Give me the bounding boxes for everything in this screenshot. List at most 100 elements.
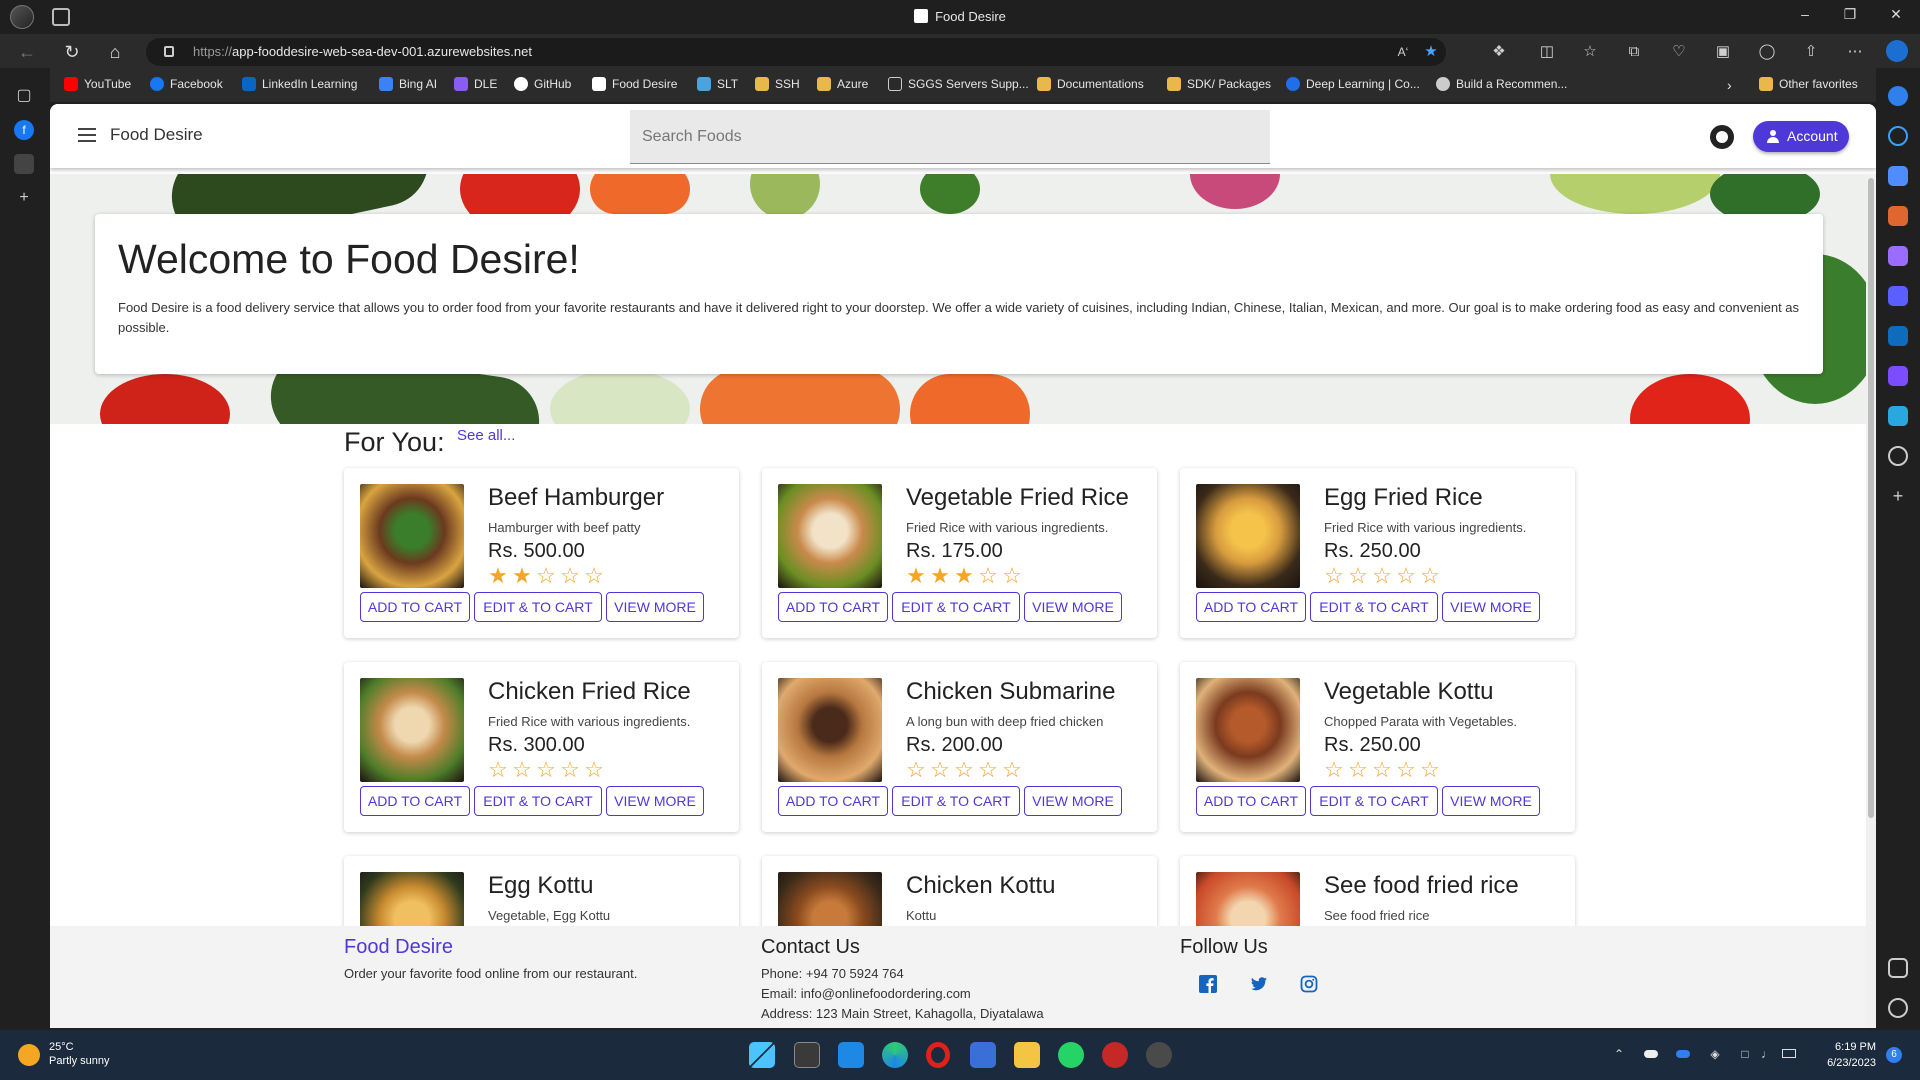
view-more-button[interactable]: VIEW MORE [606,786,704,816]
fav-food-desire[interactable]: Food Desire [592,77,677,91]
minimize-icon[interactable]: – [1795,6,1815,22]
fav-dle[interactable]: DLE [454,77,497,91]
split-screen-icon[interactable]: ◫ [1538,43,1556,61]
fav-facebook[interactable]: Facebook [150,77,223,91]
onedrive-icon[interactable] [1644,1050,1658,1058]
star-outline-icon[interactable]: ☆ [1370,759,1394,781]
fav-build-recommender[interactable]: Build a Recommen... [1436,77,1567,91]
star-outline-icon[interactable]: ☆ [582,565,606,587]
facebook-icon[interactable] [1199,975,1217,993]
fav-ssh[interactable]: SSH [755,77,800,91]
food-card[interactable]: Beef Hamburger Hamburger with beef patty R… [344,468,739,638]
back-icon[interactable]: ← [16,41,38,63]
star-outline-icon[interactable]: ☆ [1370,565,1394,587]
star-filled-icon[interactable]: ★ [486,565,510,587]
star-outline-icon[interactable]: ☆ [904,759,928,781]
view-more-button[interactable]: VIEW MORE [1442,786,1540,816]
read-aloud-icon[interactable]: A‘ [1394,43,1412,61]
edit-to-cart-button[interactable]: EDIT & TO CART [892,786,1020,816]
star-outline-icon[interactable]: ☆ [1418,759,1442,781]
notification-badge[interactable]: 6 [1886,1047,1902,1063]
food-card[interactable]: Egg Fried Rice Fried Rice with various in… [1180,468,1575,638]
food-card[interactable]: Chicken Fried Rice Fried Rice with variou… [344,662,739,832]
search-field[interactable] [630,110,1270,164]
twitter-icon[interactable] [1250,975,1268,993]
battery-icon[interactable] [1782,1049,1796,1058]
fav-linkedin[interactable]: LinkedIn Learning [242,77,357,91]
chevron-right-icon[interactable]: › [1727,77,1732,93]
star-outline-icon[interactable]: ☆ [534,759,558,781]
facebook-tab-icon[interactable]: f [14,120,34,140]
fav-deep-learning[interactable]: Deep Learning | Co... [1286,77,1420,91]
onedrive-business-icon[interactable] [1676,1050,1690,1058]
new-tab-icon[interactable]: + [14,188,34,208]
food-card[interactable]: Chicken Submarine A long bun with deep fr… [762,662,1157,832]
account-button[interactable]: Account [1753,121,1849,152]
star-filled-icon[interactable]: ★ [928,565,952,587]
star-outline-icon[interactable]: ☆ [510,759,534,781]
star-outline-icon[interactable]: ☆ [558,759,582,781]
url-field[interactable]: https://app-fooddesire-web-sea-dev-001.a… [146,38,1446,66]
rating-stars[interactable]: ☆ ☆ ☆ ☆ ☆ [904,759,1024,781]
star-outline-icon[interactable]: ☆ [1418,565,1442,587]
star-outline-icon[interactable]: ☆ [976,759,1000,781]
tray-chevron-up-icon[interactable]: ⌃ [1612,1047,1626,1061]
view-more-button[interactable]: VIEW MORE [1024,786,1122,816]
edit-to-cart-button[interactable]: EDIT & TO CART [474,592,602,622]
star-outline-icon[interactable]: ☆ [1322,565,1346,587]
performance-icon[interactable]: ♡ [1670,43,1688,61]
volume-icon[interactable]: ♩ [1760,1047,1774,1061]
active-tab[interactable]: Food Desire [0,9,1920,24]
sidebar-toggle-icon[interactable] [1888,958,1908,978]
tools-icon[interactable] [1888,206,1908,226]
star-outline-icon[interactable]: ☆ [486,759,510,781]
edit-to-cart-button[interactable]: EDIT & TO CART [1310,592,1438,622]
file-explorer-icon[interactable] [1014,1042,1040,1068]
collections-icon[interactable]: ⧉ [1625,43,1643,61]
outlook-icon[interactable] [1888,326,1908,346]
rating-stars[interactable]: ☆ ☆ ☆ ☆ ☆ [486,759,606,781]
star-outline-icon[interactable]: ☆ [582,759,606,781]
tab-actions-icon[interactable]: ▢ [14,86,34,106]
star-outline-icon[interactable]: ☆ [1394,565,1418,587]
network-icon[interactable]: □ [1738,1047,1752,1061]
search-icon[interactable] [1888,126,1908,146]
home-icon[interactable]: ⌂ [104,41,126,63]
fav-slt[interactable]: SLT [697,77,738,91]
tray-app-icon[interactable]: ◈ [1708,1047,1722,1061]
fav-github[interactable]: GitHub [514,77,571,91]
star-outline-icon[interactable]: ☆ [558,565,582,587]
rating-stars[interactable]: ☆ ☆ ☆ ☆ ☆ [1322,759,1442,781]
fav-other-favorites[interactable]: Other favorites [1759,77,1858,91]
close-icon[interactable]: ✕ [1886,6,1906,23]
designer-icon[interactable] [1888,366,1908,386]
star-outline-icon[interactable]: ☆ [952,759,976,781]
add-sidebar-icon[interactable]: + [1888,486,1908,506]
speed-icon[interactable] [1888,446,1908,466]
security-icon[interactable]: ◯ [1758,43,1776,61]
t-app-icon[interactable] [1102,1042,1128,1068]
notifications-icon[interactable] [1888,86,1908,106]
fav-sdk-packages[interactable]: SDK/ Packages [1167,77,1271,91]
view-more-button[interactable]: VIEW MORE [1442,592,1540,622]
add-to-cart-button[interactable]: ADD TO CART [1196,786,1306,816]
more-icon[interactable]: ⋯ [1846,43,1864,61]
edit-to-cart-button[interactable]: EDIT & TO CART [892,592,1020,622]
brand-name[interactable]: Food Desire [110,125,203,145]
fav-documentations[interactable]: Documentations [1037,77,1144,91]
mail-icon[interactable] [838,1042,864,1068]
food-desire-tab-icon[interactable] [14,154,34,174]
star-outline-icon[interactable]: ☆ [928,759,952,781]
edit-to-cart-button[interactable]: EDIT & TO CART [1310,786,1438,816]
fav-bing-ai[interactable]: Bing AI [379,77,437,91]
shopping-icon[interactable] [1888,166,1908,186]
page-scrollbar[interactable] [1866,174,1876,1028]
star-outline-icon[interactable]: ☆ [1000,759,1024,781]
settings-icon[interactable] [1888,998,1908,1018]
footer-brand[interactable]: Food Desire [344,936,453,959]
favorite-star-icon[interactable]: ★ [1422,43,1440,61]
star-outline-icon[interactable]: ☆ [1000,565,1024,587]
rating-stars[interactable]: ★ ★ ☆ ☆ ☆ [486,565,606,587]
screenshot-icon[interactable]: ▣ [1714,43,1732,61]
add-to-cart-button[interactable]: ADD TO CART [778,592,888,622]
